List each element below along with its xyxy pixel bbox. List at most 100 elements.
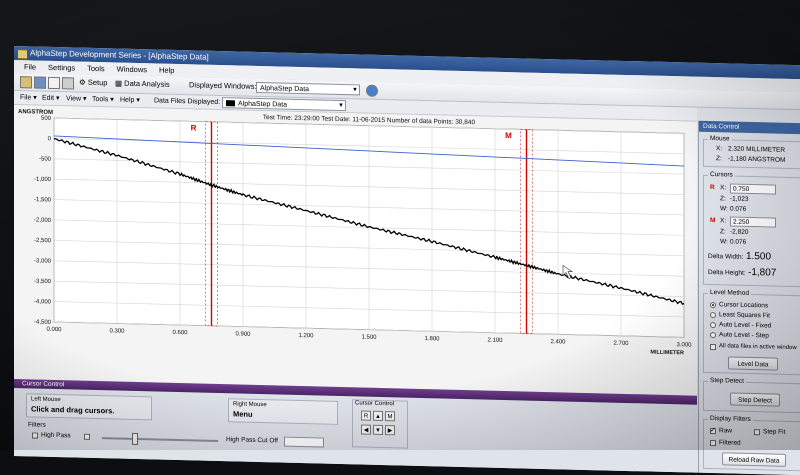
filtered-label: Filtered [719,439,741,447]
data-files-select[interactable]: AlphaStep Data ▼ [222,97,346,112]
globe-icon[interactable] [366,84,378,97]
step-fit-label: Step Fit [763,428,786,436]
save-icon[interactable] [34,76,46,89]
slider-thumb[interactable] [132,432,138,446]
menu-settings[interactable]: Settings [48,61,75,75]
m-w-label: W: [720,238,728,246]
mouse-x-value: 2.320 MILLIMETER [728,145,786,154]
setup-button[interactable]: ⚙ Setup [76,77,110,90]
high-pass-slider[interactable] [102,437,218,442]
level-option-label: Least Squares Fit [719,311,770,320]
cursors-group-title: Cursors [708,170,735,179]
sub-menu-tools[interactable]: Tools ▾ [92,93,114,107]
y-tick-label: -4,000 [34,299,52,305]
y-tick-label: -3,000 [34,258,52,264]
high-pass-cutoff-label: High Pass Cut Off [226,436,278,445]
level-option-label: Auto Level - Fixed [719,321,772,330]
series-swatch [226,100,235,107]
m-x-input[interactable]: 2.250 [730,216,776,228]
x-unit-label: MILLIMETER [650,350,684,357]
x-tick-label: 0.000 [46,327,62,333]
high-pass-cutoff-input[interactable] [284,436,324,448]
r-x-input[interactable]: 0.750 [730,183,776,195]
cursor-control-group: Cursor Control R ▲ M ◀ ▼ ▶ [352,399,408,449]
sub-menu-help[interactable]: Help ▾ [120,94,140,107]
level-option-label: Cursor Locations [719,301,769,310]
radio-auto-step[interactable] [710,332,716,339]
open-folder-icon[interactable] [20,76,32,89]
filtered-checkbox[interactable] [710,440,716,447]
x-tick-label: 0.900 [235,331,251,337]
cursor-control-panel: Cursor Control Left Mouse Click and drag… [14,379,697,475]
reload-raw-data-button[interactable]: Reload Raw Data [722,452,786,467]
sub-menu-edit[interactable]: Edit ▾ [42,92,60,105]
menu-tools[interactable]: Tools [87,62,105,75]
delta-width-value: 1.500 [746,250,772,263]
profile-chart[interactable]: ANGSTROMTest Time: 23:29:00 Test Date: 1… [14,105,697,367]
sub-menu-file[interactable]: File ▾ [20,91,37,104]
all-files-checkbox[interactable] [710,344,716,351]
chevron-down-icon: ▼ [352,87,358,94]
radio-auto-fixed[interactable] [710,322,716,329]
left-mouse-label: Left Mouse [31,396,61,404]
data-analysis-button[interactable]: ▦ Data Analysis [112,77,173,90]
cursor-control-group-label: Cursor Control [355,400,395,408]
r-w-label: W: [720,205,728,213]
chevron-down-icon: ▼ [338,102,344,110]
cursor-r-button[interactable]: R [361,410,371,421]
m-z-value: -2,820 [730,228,749,236]
high-pass-checkbox[interactable] [32,432,38,439]
filters-label: Filters [28,421,46,429]
arrow-down-button[interactable]: ▼ [373,424,383,436]
step-fit-checkbox[interactable] [754,429,760,436]
print-preview-icon[interactable] [48,76,60,90]
y-tick-label: 0 [48,136,52,142]
raw-checkbox[interactable] [710,428,716,435]
arrow-up-button[interactable]: ▲ [373,410,383,422]
radio-cursor-locations[interactable] [710,302,716,309]
level-method-group: Level Method Cursor Locations Least Squa… [703,288,800,376]
displayed-windows-label: Displayed Windows: [189,80,257,91]
mouse-z-label: Z: [716,155,722,163]
mouse-x-label: X: [716,145,723,153]
y-tick-label: -2,500 [34,238,52,244]
level-data-button[interactable]: Level Data [728,356,778,371]
raw-label: Raw [719,427,733,435]
left-mouse-box: Left Mouse Click and drag cursors. [26,393,152,421]
high-pass-label: High Pass [41,431,71,440]
m-w-value: 0.076 [730,238,747,246]
filter-checkbox[interactable] [84,433,90,440]
level-method-title: Level Method [708,288,752,298]
menu-file[interactable]: File [24,60,36,73]
app-window: AlphaStep Development Series - [AlphaSte… [14,46,800,475]
y-tick-label: -1,500 [34,197,52,203]
cursor-m-label: M [505,131,512,140]
display-filters-title: Display Filters [708,414,753,424]
menu-help[interactable]: Help [159,64,174,77]
y-tick-label: 500 [41,116,52,122]
right-mouse-label: Right Mouse [233,401,267,409]
cursor-m-button[interactable]: M [385,411,395,422]
displayed-windows-select[interactable]: AlphaStep Data ▼ [256,81,360,96]
x-tick-label: 3.000 [676,342,692,348]
step-detect-title: Step Detect [708,376,746,385]
r-z-value: -1,023 [730,195,749,203]
m-z-label: Z: [720,228,726,236]
cursor-r-marker: R [710,184,715,192]
y-tick-label: -1,000 [34,177,52,183]
right-mouse-box: Right Mouse Menu [228,398,338,425]
radio-least-squares[interactable] [710,312,716,319]
data-files-value: AlphaStep Data [238,100,288,109]
sub-menu-view[interactable]: View ▾ [66,92,87,106]
menu-windows[interactable]: Windows [117,63,147,77]
arrow-right-button[interactable]: ▶ [385,425,395,436]
app-icon [17,49,28,60]
print-icon[interactable] [62,77,74,90]
step-detect-button[interactable]: Step Detect [730,392,780,407]
y-tick-label: -2,000 [34,217,52,223]
x-tick-label: 2.700 [613,341,629,347]
data-control-panel: Data Control Mouse X: 2.320 MILLIMETER Z… [698,120,800,475]
setup-label: Setup [87,77,108,88]
arrow-left-button[interactable]: ◀ [361,424,371,435]
display-filters-group: Display Filters Raw Step Fit Filtered Re… [703,414,800,472]
